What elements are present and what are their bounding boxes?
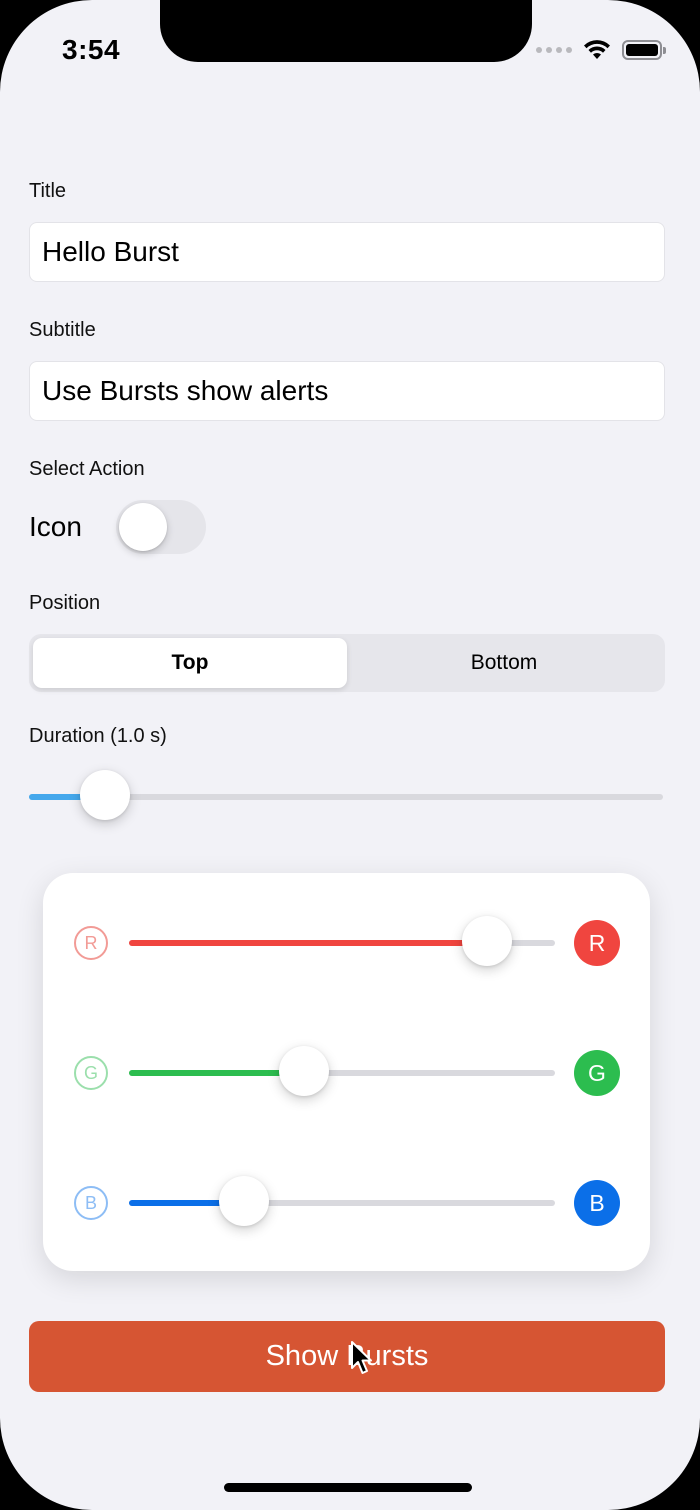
mouse-cursor-icon <box>351 1341 372 1374</box>
blue-row: B B <box>43 1176 650 1230</box>
position-segmented-control: Top Bottom <box>29 634 665 692</box>
blue-thumb[interactable] <box>219 1176 270 1226</box>
green-row: G G <box>43 1046 650 1100</box>
status-icons <box>536 38 666 62</box>
blue-slider[interactable] <box>129 1176 555 1230</box>
duration-label: Duration (1.0 s) <box>29 725 167 747</box>
green-filled-icon: G <box>574 1050 620 1096</box>
wifi-icon <box>584 40 610 59</box>
red-thumb[interactable] <box>461 916 512 966</box>
green-thumb[interactable] <box>278 1046 329 1096</box>
cellular-signal-icon <box>536 47 572 53</box>
position-label: Position <box>29 592 101 614</box>
toggle-knob <box>118 503 167 551</box>
subtitle-field[interactable]: Use Bursts show alerts <box>29 361 665 421</box>
subtitle-label: Subtitle <box>29 319 96 341</box>
title-field[interactable]: Hello Burst <box>29 222 665 282</box>
green-track-fill <box>129 1070 304 1076</box>
battery-icon <box>622 40 666 60</box>
blue-outline-icon: B <box>74 1186 108 1220</box>
select-action-label: Select Action <box>29 458 145 480</box>
blue-filled-icon: B <box>574 1180 620 1226</box>
red-slider[interactable] <box>129 916 555 970</box>
segment-bottom[interactable]: Bottom <box>347 638 661 688</box>
phone-screen: 3:54 Title Hello Burst Subtitle Use Burs… <box>0 0 700 1510</box>
segment-top[interactable]: Top <box>33 638 347 688</box>
icon-switch-label: Icon <box>29 511 82 542</box>
color-picker-card: R R G G B B <box>43 873 650 1271</box>
action-row: Icon <box>29 500 206 554</box>
show-bursts-button[interactable]: Show Bursts <box>29 1321 665 1392</box>
red-filled-icon: R <box>574 920 620 966</box>
green-outline-icon: G <box>74 1056 108 1090</box>
title-label: Title <box>29 180 67 202</box>
red-row: R R <box>43 916 650 970</box>
duration-thumb[interactable] <box>80 770 131 820</box>
duration-slider[interactable] <box>29 770 663 824</box>
status-time: 3:54 <box>62 34 121 65</box>
red-track-fill <box>129 940 487 946</box>
icon-toggle[interactable] <box>115 500 206 554</box>
home-indicator <box>224 1483 472 1492</box>
green-slider[interactable] <box>129 1046 555 1100</box>
notch <box>160 0 532 62</box>
red-outline-icon: R <box>74 926 108 960</box>
